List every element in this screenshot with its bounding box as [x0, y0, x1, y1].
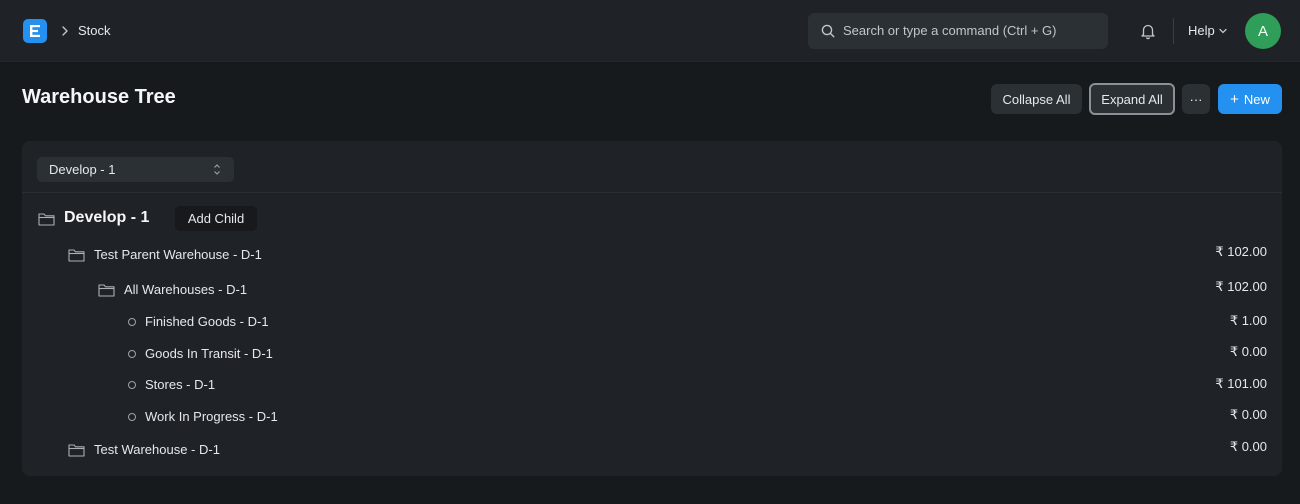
leaf-node-icon	[128, 380, 136, 389]
tree-node-goods-in-transit[interactable]: Goods In Transit - D-1	[128, 346, 273, 361]
expand-all-button[interactable]: Expand All	[1089, 83, 1175, 115]
navbar-divider	[1173, 18, 1174, 44]
tree-node-label: All Warehouses - D-1	[124, 282, 248, 297]
folder-icon	[68, 249, 85, 262]
tree-node-value: ₹ 0.00	[1229, 407, 1267, 422]
tree-node-value: ₹ 102.00	[1215, 279, 1267, 294]
tree-node-label: Finished Goods - D-1	[145, 314, 269, 329]
leaf-node-icon	[128, 349, 136, 358]
tree-root-label: Develop - 1	[64, 209, 150, 226]
folder-icon	[68, 444, 85, 457]
tree-root-node[interactable]: Develop - 1	[38, 209, 149, 227]
tree-node-all-warehouses[interactable]: All Warehouses - D-1	[98, 282, 247, 297]
avatar[interactable]: A	[1245, 13, 1281, 49]
tree-node-test-warehouse[interactable]: Test Warehouse - D-1	[68, 442, 220, 457]
tree-node-value: ₹ 102.00	[1215, 244, 1267, 259]
tree-node-label: Stores - D-1	[145, 377, 216, 392]
filter-row: Develop - 1	[22, 141, 1282, 193]
company-select[interactable]: Develop - 1	[37, 157, 234, 182]
tree-node-value: ₹ 0.00	[1229, 439, 1267, 454]
more-actions-button[interactable]: ···	[1182, 84, 1210, 114]
breadcrumb-stock[interactable]: Stock	[78, 23, 111, 38]
new-button[interactable]: + New	[1218, 84, 1282, 114]
tree-card: Develop - 1 Develop - 1 Add Child Test P…	[22, 141, 1282, 476]
tree-node-label: Goods In Transit - D-1	[145, 346, 273, 361]
tree-node-label: Work In Progress - D-1	[145, 409, 278, 424]
select-arrows-icon	[214, 164, 220, 175]
tree-node-value: ₹ 0.00	[1229, 344, 1267, 359]
search-input[interactable]: Search or type a command (Ctrl + G)	[843, 23, 1057, 38]
page-title: Warehouse Tree	[22, 86, 176, 108]
tree-node-value: ₹ 101.00	[1215, 376, 1267, 391]
leaf-node-icon	[128, 412, 136, 421]
tree-node-test-parent-warehouse[interactable]: Test Parent Warehouse - D-1	[68, 247, 262, 262]
search-bar[interactable]: Search or type a command (Ctrl + G)	[808, 13, 1108, 49]
navbar: Stock Search or type a command (Ctrl + G…	[0, 0, 1300, 62]
tree-node-work-in-progress[interactable]: Work In Progress - D-1	[128, 409, 278, 424]
folder-open-icon	[98, 284, 115, 297]
help-dropdown[interactable]: Help	[1188, 23, 1215, 38]
collapse-all-button[interactable]: Collapse All	[991, 84, 1082, 114]
tree-node-value: ₹ 1.00	[1229, 313, 1267, 328]
app-logo-icon	[30, 25, 40, 37]
new-button-label: New	[1243, 91, 1270, 107]
tree-node-label: Test Warehouse - D-1	[94, 442, 220, 457]
folder-icon	[38, 212, 55, 226]
tree-node-stores[interactable]: Stores - D-1	[128, 377, 215, 392]
chevron-right-icon	[62, 26, 68, 36]
tree-node-finished-goods[interactable]: Finished Goods - D-1	[128, 314, 269, 329]
app-logo[interactable]	[23, 19, 47, 43]
chevron-down-icon[interactable]	[1218, 27, 1228, 35]
company-select-value: Develop - 1	[49, 162, 116, 177]
tree-node-label: Test Parent Warehouse - D-1	[94, 247, 262, 262]
leaf-node-icon	[128, 317, 136, 326]
search-icon	[821, 24, 835, 38]
plus-icon: +	[1230, 90, 1239, 108]
add-child-button[interactable]: Add Child	[175, 206, 257, 231]
notification-bell-icon[interactable]	[1139, 22, 1157, 40]
